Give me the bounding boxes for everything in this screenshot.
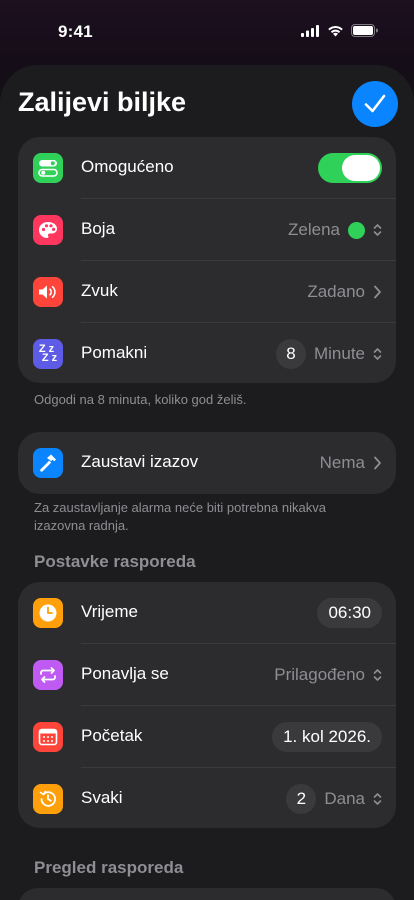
enabled-row: Omogućeno bbox=[18, 137, 396, 199]
challenge-footnote: Za zaustavljanje alarma neće biti potreb… bbox=[34, 500, 326, 533]
done-button[interactable] bbox=[352, 81, 398, 127]
every-row[interactable]: Svaki 2 Dana bbox=[18, 768, 396, 830]
preview-section-header: Pregled rasporeda bbox=[34, 858, 184, 877]
hammer-icon bbox=[33, 448, 63, 478]
enabled-toggle[interactable] bbox=[318, 153, 382, 183]
color-label: Boja bbox=[81, 219, 116, 238]
time-value[interactable]: 06:30 bbox=[317, 598, 382, 628]
time-label: Vrijeme bbox=[81, 602, 138, 621]
sound-value: Zadano bbox=[307, 282, 365, 301]
chevron-right-icon bbox=[374, 456, 381, 470]
time-row[interactable]: Vrijeme 06:30 bbox=[18, 582, 396, 644]
snooze-row[interactable]: Z z Z z Pomakni 8 Minute bbox=[18, 323, 396, 385]
snooze-unit: Minute bbox=[313, 344, 365, 363]
chevron-up-down-icon bbox=[373, 669, 382, 681]
challenge-group: Zaustavi izazov Nema bbox=[18, 432, 396, 494]
status-icons bbox=[301, 24, 378, 37]
toggle-knob bbox=[342, 155, 380, 181]
color-row[interactable]: Boja Zelena bbox=[18, 199, 396, 261]
challenge-label: Zaustavi izazov bbox=[81, 452, 199, 471]
palette-icon bbox=[33, 215, 63, 245]
zzz-icon: Z z Z z bbox=[33, 339, 63, 369]
start-value[interactable]: 1. kol 2026. bbox=[272, 722, 382, 752]
schedule-section-header: Postavke rasporeda bbox=[34, 552, 196, 571]
every-label: Svaki bbox=[81, 788, 123, 807]
status-bar: 9:41 bbox=[0, 0, 414, 62]
wifi-icon bbox=[328, 25, 343, 36]
toggle-icon bbox=[33, 153, 63, 183]
repeat-row[interactable]: Ponavlja se Prilagođeno bbox=[18, 644, 396, 706]
chevron-up-down-icon bbox=[373, 793, 382, 805]
schedule-group: Vrijeme 06:30 Ponavlja se Prilagođeno Po… bbox=[18, 582, 396, 828]
checkmark-icon bbox=[364, 94, 386, 113]
repeat-label: Ponavlja se bbox=[81, 664, 169, 683]
calendar-icon bbox=[33, 722, 63, 752]
challenge-row[interactable]: Zaustavi izazov Nema bbox=[18, 432, 396, 494]
color-dot bbox=[348, 221, 365, 239]
alarm-settings-group: Omogućeno Boja Zelena Zvuk Zadano Z z Z … bbox=[18, 137, 396, 383]
repeat-icon bbox=[33, 660, 63, 690]
battery-icon bbox=[351, 24, 378, 37]
color-value: Zelena bbox=[288, 220, 340, 239]
snooze-footnote: Odgodi na 8 minuta, koliko god želiš. bbox=[34, 392, 247, 407]
chevron-up-down-icon bbox=[373, 348, 382, 360]
speaker-icon bbox=[33, 277, 63, 307]
sound-row[interactable]: Zvuk Zadano bbox=[18, 261, 396, 323]
history-icon bbox=[33, 784, 63, 814]
challenge-value: Nema bbox=[319, 453, 365, 472]
signal-icon bbox=[301, 24, 319, 37]
sound-label: Zvuk bbox=[81, 281, 118, 300]
snooze-count[interactable]: 8 bbox=[275, 339, 306, 369]
preview-group bbox=[18, 888, 396, 900]
chevron-up-down-icon bbox=[373, 224, 382, 236]
page-title: Zalijevi biljke bbox=[18, 87, 187, 117]
enabled-label: Omogućeno bbox=[81, 157, 174, 176]
start-row[interactable]: Početak 1. kol 2026. bbox=[18, 706, 396, 768]
start-label: Početak bbox=[81, 726, 143, 745]
repeat-value: Prilagođeno bbox=[274, 665, 365, 684]
clock-icon bbox=[33, 598, 63, 628]
every-count[interactable]: 2 bbox=[286, 784, 317, 814]
every-unit: Dana bbox=[324, 789, 365, 808]
snooze-label: Pomakni bbox=[81, 343, 148, 362]
chevron-right-icon bbox=[374, 285, 381, 299]
status-time: 9:41 bbox=[58, 22, 93, 41]
